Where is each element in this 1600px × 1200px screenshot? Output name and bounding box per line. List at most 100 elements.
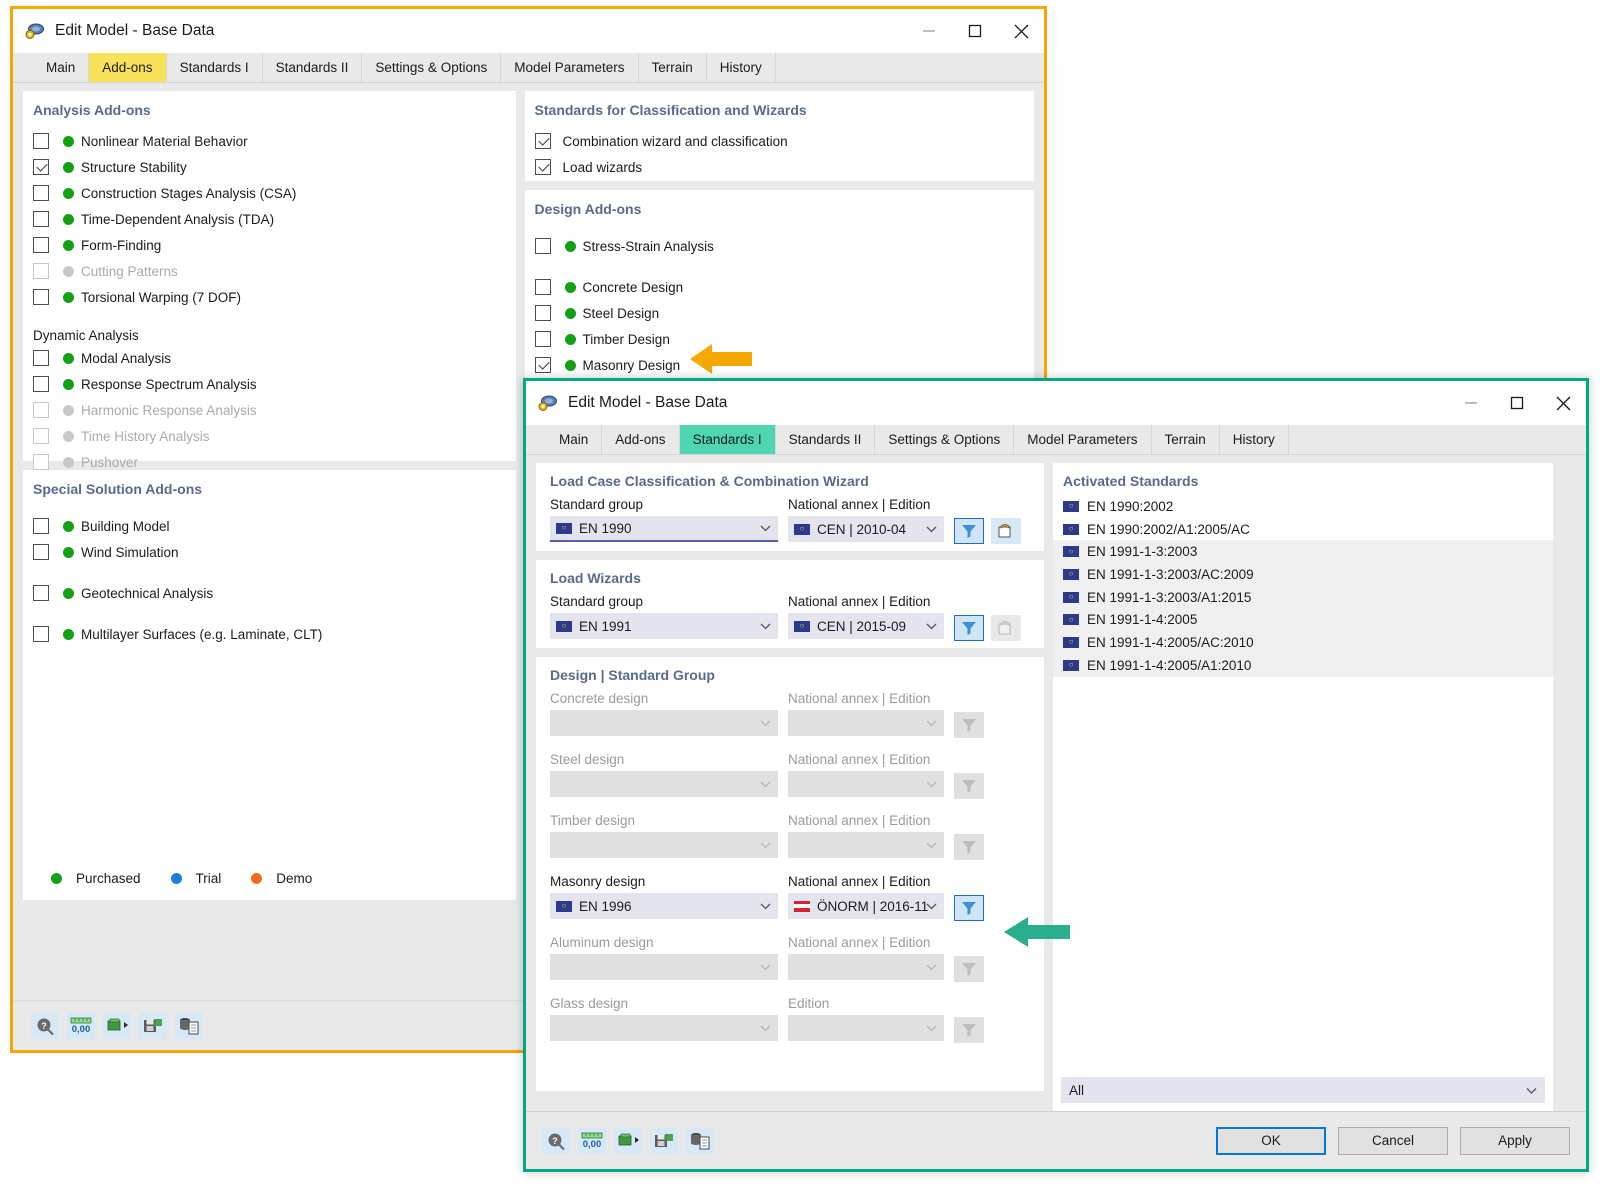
design-row-masonry: Masonry design EN 1996 National annex | … [550,874,1030,921]
tab-standards-ii[interactable]: Standards II [776,425,876,454]
design-label: Timber design [550,813,778,828]
save-settings-icon[interactable] [650,1128,678,1154]
units-icon[interactable]: 0,00 [578,1128,606,1154]
addon-structure-stability[interactable]: Structure Stability [23,154,516,180]
checkbox[interactable] [535,331,551,347]
import-icon[interactable] [614,1128,642,1154]
checkbox[interactable] [33,237,49,253]
tab-add-ons[interactable]: Add-ons [602,425,679,454]
addon-nonlinear-material-behavior[interactable]: Nonlinear Material Behavior [23,128,516,154]
standard-group-combo-en1990[interactable]: EN 1990 [550,516,778,542]
checkbox[interactable] [33,211,49,227]
checkbox[interactable] [33,350,49,366]
addon-concrete-design[interactable]: Concrete Design [525,274,1034,300]
addon-building-model[interactable]: Building Model [23,513,516,539]
maximize-button[interactable] [1494,381,1540,425]
help-icon[interactable]: ? [542,1128,570,1154]
help-icon[interactable]: ? [31,1013,59,1039]
standards-filter-combo[interactable]: All [1061,1077,1545,1103]
tab-settings-options[interactable]: Settings & Options [875,425,1014,454]
close-button[interactable] [1540,381,1586,425]
addon-modal-analysis[interactable]: Modal Analysis [23,345,516,371]
addon-geotechnical-analysis[interactable]: Geotechnical Analysis [23,580,516,606]
legend-dot-demo [251,873,262,884]
addon-masonry-design[interactable]: Masonry Design [525,352,1034,378]
status-dot-purchased [63,353,74,364]
tab-model-parameters[interactable]: Model Parameters [1014,425,1151,454]
ok-button[interactable]: OK [1216,1127,1326,1155]
save-settings-icon[interactable] [139,1013,167,1039]
addon-torsional-warping[interactable]: Torsional Warping (7 DOF) [23,284,516,310]
units-icon[interactable]: 0,00 [67,1013,95,1039]
checkbox[interactable] [535,305,551,321]
filter-button-load-wizards[interactable] [954,615,984,641]
checkbox[interactable] [535,133,551,149]
checkbox[interactable] [33,133,49,149]
tab-main[interactable]: Main [33,53,89,82]
tab-settings-options[interactable]: Settings & Options [362,53,501,82]
checkbox[interactable] [535,238,551,254]
option-load-wizards[interactable]: Load wizards [525,154,1034,180]
list-item[interactable]: EN 1991-1-4:2005 [1053,608,1553,631]
filter-button-masonry[interactable] [954,895,984,921]
list-item[interactable]: EN 1991-1-3:2003/A1:2015 [1053,586,1553,609]
addon-response-spectrum-analysis[interactable]: Response Spectrum Analysis [23,371,516,397]
checkbox[interactable] [535,357,551,373]
filter-button-load-case[interactable] [954,518,984,544]
addon-form-finding[interactable]: Form-Finding [23,232,516,258]
annex-combo-cen-2015[interactable]: CEN | 2015-09 [788,613,944,639]
masonry-design-combo[interactable]: EN 1996 [550,893,778,919]
addon-steel-design[interactable]: Steel Design [525,300,1034,326]
addon-timber-design[interactable]: Timber Design [525,326,1034,352]
list-item[interactable]: EN 1991-1-3:2003/AC:2009 [1053,563,1553,586]
list-item[interactable]: EN 1990:2002 [1053,495,1553,518]
annex-combo-cen-2010[interactable]: CEN | 2010-04 [788,516,944,542]
minimize-button[interactable] [1448,381,1494,425]
addon-wind-simulation[interactable]: Wind Simulation [23,539,516,565]
open-library-button-load-case[interactable] [991,518,1021,544]
maximize-button[interactable] [952,9,998,53]
checkbox[interactable] [535,159,551,175]
checkbox[interactable] [33,544,49,560]
option-combination-wizard[interactable]: Combination wizard and classification [525,128,1034,154]
checkbox[interactable] [33,289,49,305]
addon-multilayer-surfaces[interactable]: Multilayer Surfaces (e.g. Laminate, CLT) [23,621,516,647]
tab-model-parameters[interactable]: Model Parameters [501,53,638,82]
apply-button[interactable]: Apply [1460,1127,1570,1155]
database-icon[interactable] [175,1013,203,1039]
import-icon[interactable] [103,1013,131,1039]
tab-standards-i[interactable]: Standards I [680,425,776,454]
addon-construction-stages-analysis[interactable]: Construction Stages Analysis (CSA) [23,180,516,206]
tab-add-ons[interactable]: Add-ons [89,53,166,82]
tab-history[interactable]: History [1220,425,1289,454]
checkbox[interactable] [33,159,49,175]
checkbox[interactable] [535,279,551,295]
list-item[interactable]: EN 1991-1-4:2005/A1:2010 [1053,654,1553,677]
list-item[interactable]: EN 1991-1-3:2003 [1053,540,1553,563]
tab-terrain[interactable]: Terrain [1152,425,1220,454]
checkbox[interactable] [33,518,49,534]
status-dot-purchased [565,308,576,319]
tab-standards-i[interactable]: Standards I [167,53,263,82]
list-item[interactable]: EN 1990:2002/A1:2005/AC [1053,518,1553,541]
masonry-annex-combo[interactable]: ÖNORM | 2016-11 [788,893,944,919]
eu-flag-icon [794,621,810,632]
cancel-button[interactable]: Cancel [1338,1127,1448,1155]
tab-history[interactable]: History [707,53,776,82]
checkbox[interactable] [33,585,49,601]
tab-standards-ii[interactable]: Standards II [263,53,363,82]
design-label: Aluminum design [550,935,778,950]
tab-terrain[interactable]: Terrain [639,53,707,82]
checkbox[interactable] [33,376,49,392]
chevron-down-icon [760,521,771,536]
minimize-button[interactable] [906,9,952,53]
tab-main[interactable]: Main [546,425,602,454]
standard-group-combo-en1991[interactable]: EN 1991 [550,613,778,639]
list-item[interactable]: EN 1991-1-4:2005/AC:2010 [1053,631,1553,654]
checkbox[interactable] [33,626,49,642]
addon-time-dependent-analysis[interactable]: Time-Dependent Analysis (TDA) [23,206,516,232]
close-button[interactable] [998,9,1044,53]
checkbox[interactable] [33,185,49,201]
database-icon[interactable] [686,1128,714,1154]
addon-stress-strain-analysis[interactable]: Stress-Strain Analysis [525,233,1034,259]
